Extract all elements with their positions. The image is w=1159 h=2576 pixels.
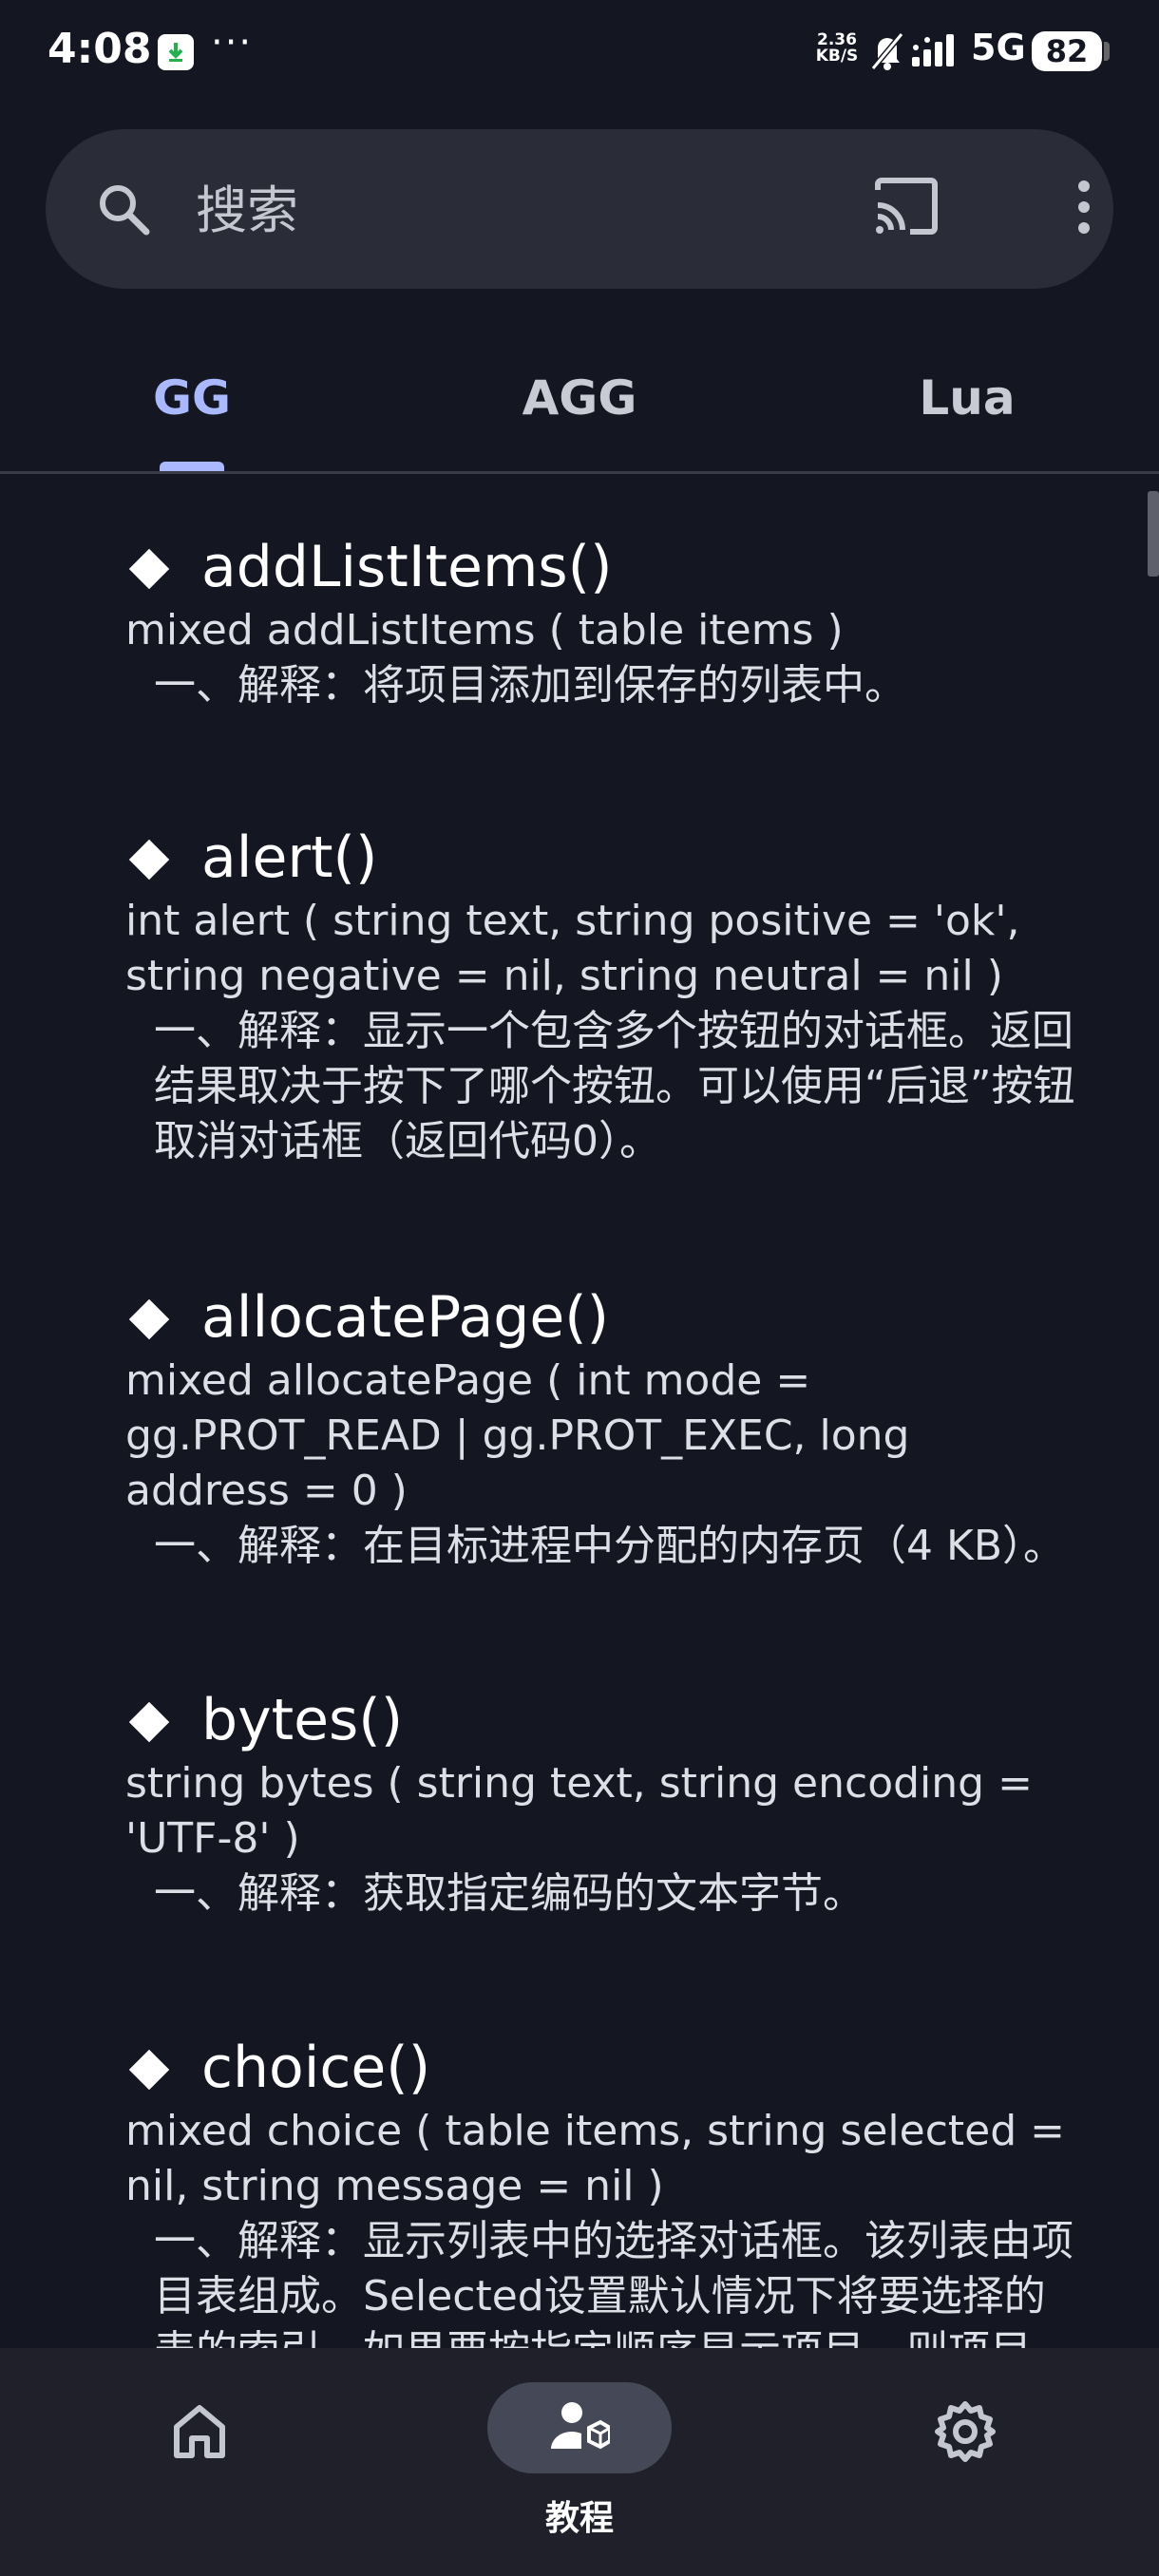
gear-icon bbox=[934, 2400, 997, 2467]
search-bar[interactable] bbox=[46, 129, 1113, 289]
list-item[interactable]: alert() int alert ( string text, string … bbox=[125, 822, 1075, 1169]
tab-agg[interactable]: AGG bbox=[483, 370, 676, 465]
diamond-bullet-icon bbox=[128, 1298, 170, 1340]
status-more-dots: ··· bbox=[211, 21, 254, 65]
bottom-navigation: 教程 bbox=[0, 2348, 1159, 2576]
entry-description: 一、解释：获取指定编码的文本字节。 bbox=[154, 1869, 864, 1918]
entry-title-row: choice() bbox=[0, 2032, 1075, 2104]
entry-signature: int alert ( string text, string positive… bbox=[125, 897, 1020, 1000]
entry-description: 一、解释：将项目添加到保存的列表中。 bbox=[154, 661, 906, 710]
list-item[interactable]: bytes() string bytes ( string text, stri… bbox=[125, 1684, 1075, 1922]
network-speed-unit: KB/S bbox=[815, 47, 859, 66]
cast-icon[interactable] bbox=[872, 177, 940, 241]
entry-title: allocatePage() bbox=[201, 1284, 610, 1351]
list-item[interactable]: choice() mixed choice ( table items, str… bbox=[125, 2032, 1075, 2348]
search-icon[interactable] bbox=[95, 180, 152, 241]
battery-level: 82 bbox=[1032, 31, 1102, 71]
entry-signature: mixed addListItems ( table items ) bbox=[125, 606, 844, 654]
entry-title: bytes() bbox=[201, 1687, 404, 1753]
network-speed: 2.36 KB/S bbox=[813, 32, 861, 65]
entry-signature: mixed choice ( table items, string selec… bbox=[125, 2107, 1065, 2210]
entry-title-row: alert() bbox=[0, 822, 1075, 894]
entry-description: 一、解释：显示一个包含多个按钮的对话框。返回结果取决于按下了哪个按钮。可以使用“… bbox=[154, 1007, 1075, 1165]
diamond-bullet-icon bbox=[128, 839, 170, 881]
status-time: 4:08 bbox=[48, 25, 152, 73]
status-bar: 4:08 ··· 2.36 KB/S 5G 82 bbox=[0, 0, 1159, 104]
mute-bell-icon bbox=[870, 28, 904, 76]
tab-indicator bbox=[160, 462, 224, 471]
entry-title-row: allocatePage() bbox=[0, 1281, 1075, 1354]
nav-tutorial-label[interactable]: 教程 bbox=[484, 2491, 674, 2540]
home-icon bbox=[171, 2402, 228, 2465]
entry-signature: string bytes ( string text, string encod… bbox=[125, 1759, 1033, 1863]
signal-icon bbox=[910, 28, 963, 76]
list-item[interactable]: addListItems() mixed addListItems ( tabl… bbox=[125, 531, 1075, 713]
nav-tutorial-button[interactable] bbox=[487, 2382, 672, 2473]
user-cube-icon bbox=[549, 2399, 612, 2456]
network-type: 5G bbox=[971, 27, 1026, 68]
list-item[interactable]: allocatePage() mixed allocatePage ( int … bbox=[125, 1281, 1075, 1574]
download-notification-icon bbox=[158, 34, 194, 70]
entry-description: 一、解释：显示列表中的选择对话框。该列表由项目表组成。Selected设置默认情… bbox=[154, 2217, 1074, 2348]
battery-icon bbox=[1104, 42, 1110, 61]
entry-title: choice() bbox=[201, 2035, 431, 2101]
entry-title-row: bytes() bbox=[0, 1684, 1075, 1756]
entry-description: 一、解释：在目标进程中分配的内存页（4 KB）。 bbox=[154, 1522, 1066, 1570]
app-root: 4:08 ··· 2.36 KB/S 5G 82 GG bbox=[0, 0, 1159, 2576]
tab-bar: GG AGG Lua bbox=[0, 351, 1159, 474]
entry-signature: mixed allocatePage ( int mode = gg.PROT_… bbox=[125, 1356, 910, 1515]
tab-gg[interactable]: GG bbox=[97, 370, 287, 465]
entry-title: alert() bbox=[201, 824, 378, 891]
nav-settings-button[interactable] bbox=[918, 2386, 1013, 2481]
nav-home-button[interactable] bbox=[152, 2386, 247, 2481]
diamond-bullet-icon bbox=[128, 1701, 170, 1743]
tab-lua[interactable]: Lua bbox=[872, 370, 1062, 465]
entry-title: addListItems() bbox=[201, 534, 613, 600]
diamond-bullet-icon bbox=[128, 2049, 170, 2091]
diamond-bullet-icon bbox=[128, 548, 170, 590]
more-vert-icon[interactable] bbox=[1064, 177, 1104, 241]
search-input[interactable] bbox=[194, 173, 863, 247]
entry-title-row: addListItems() bbox=[0, 531, 1075, 603]
scrollbar-thumb[interactable] bbox=[1148, 491, 1159, 577]
function-list[interactable]: addListItems() mixed addListItems ( tabl… bbox=[0, 474, 1159, 2348]
